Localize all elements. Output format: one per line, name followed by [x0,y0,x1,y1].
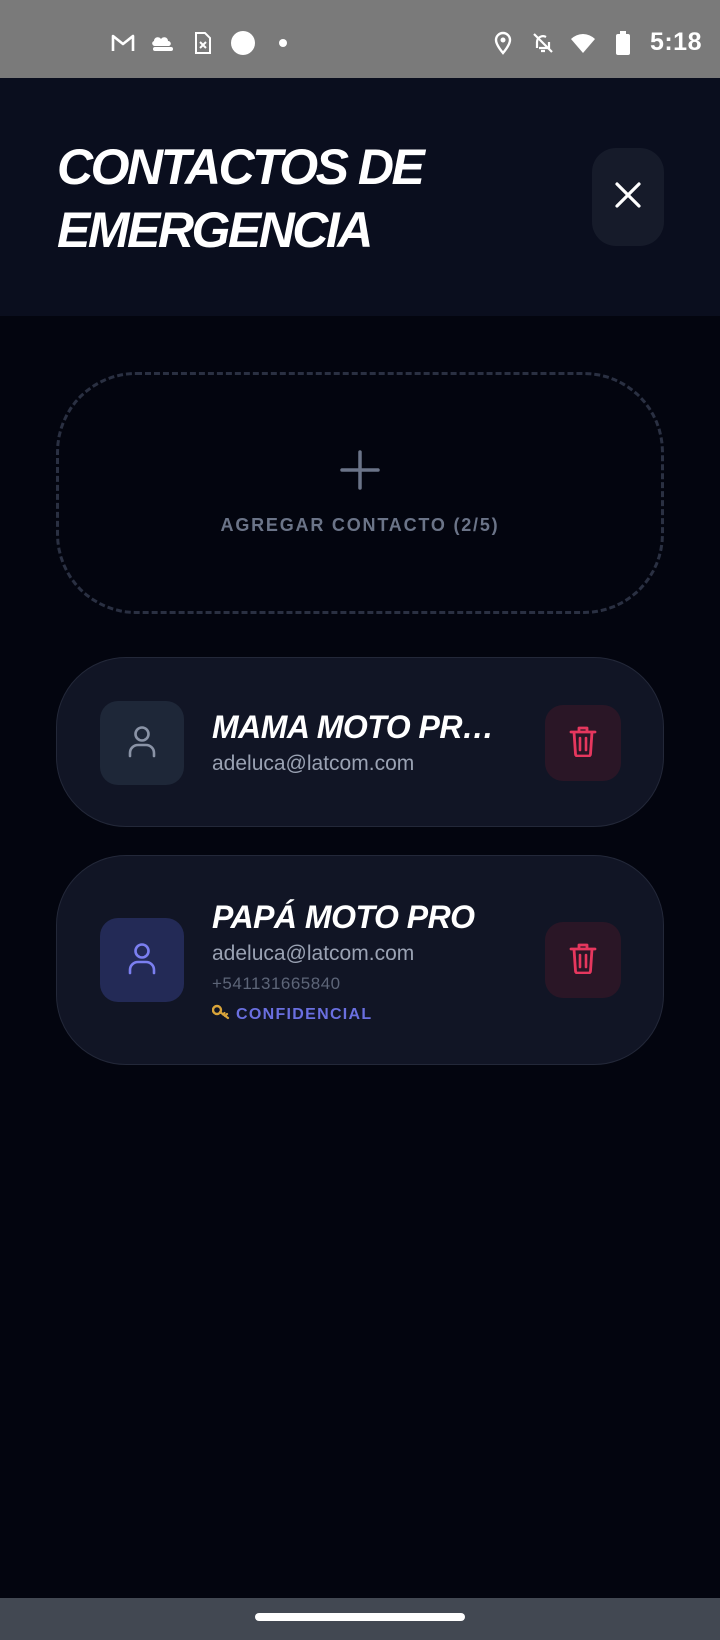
sim-error-icon [190,30,216,56]
status-bar: 5:18 [0,0,720,78]
navigation-bar [0,1598,720,1640]
add-contact-label: AGREGAR CONTACTO (2/5) [220,515,500,535]
trash-icon [569,942,597,979]
gmail-icon [110,30,136,56]
circle-icon [230,30,256,56]
status-time: 5:18 [649,28,702,56]
add-contact-button[interactable]: AGREGAR CONTACTO (2/5) [56,372,664,614]
plus-icon [340,450,380,495]
contact-email: adeluca@latcom.com [212,752,415,775]
delete-contact-button[interactable] [545,922,621,998]
contact-card[interactable]: MAMA MOTO PROTECCIÓN adeluca@latcom.com [56,657,664,827]
contact-name: PAPÁ MOTO PRO [212,899,475,935]
page-title: CONTACTOS DE EMERGENCIA [57,139,425,258]
contact-info: MAMA MOTO PROTECCIÓN adeluca@latcom.com [212,708,512,776]
contact-card[interactable]: PAPÁ MOTO PRO adeluca@latcom.com +541131… [56,855,664,1065]
cloud-hand-icon [150,30,176,56]
wifi-icon [570,30,596,56]
confidential-badge: CONFIDENCIAL [211,1004,512,1025]
contact-phone: +541131665840 [212,974,341,993]
contact-info: PAPÁ MOTO PRO adeluca@latcom.com +541131… [211,898,512,1025]
avatar [100,701,184,785]
close-button[interactable] [592,148,664,246]
battery-icon [610,30,636,56]
person-icon [127,724,157,763]
location-icon [490,30,516,56]
home-indicator[interactable] [255,1613,465,1621]
close-icon [614,181,642,214]
delete-contact-button[interactable] [545,705,621,781]
contact-name: MAMA MOTO PROTECCIÓN [212,709,512,745]
confidential-label: CONFIDENCIAL [236,1005,373,1023]
trash-icon [569,725,597,762]
key-icon [211,1004,230,1025]
avatar [100,918,184,1002]
header: CONTACTOS DE EMERGENCIA [0,78,720,316]
dot-icon [270,30,296,56]
contact-email: adeluca@latcom.com [212,942,415,965]
bell-off-icon [530,30,556,56]
person-icon [127,941,157,980]
